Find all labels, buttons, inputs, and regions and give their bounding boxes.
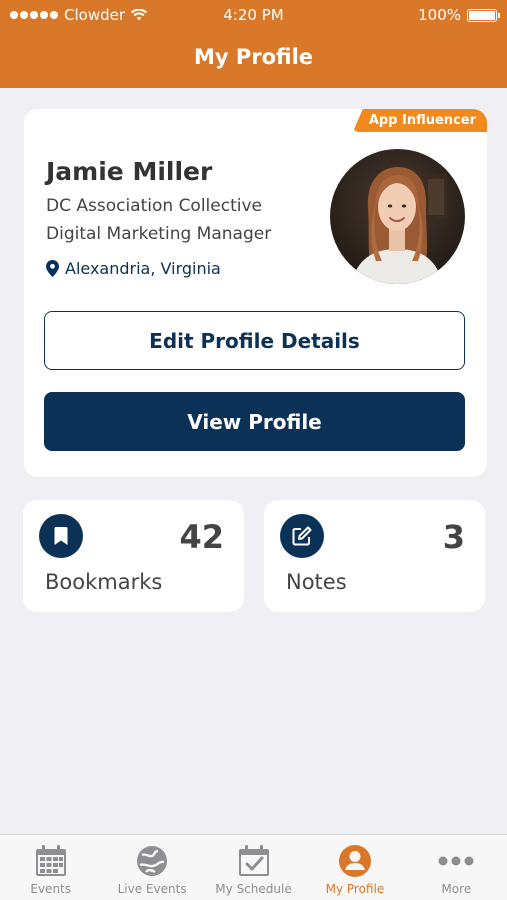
page-title: My Profile <box>193 45 314 69</box>
globe-icon <box>134 843 170 879</box>
tab-more[interactable]: More <box>406 835 507 900</box>
tab-events-label: Events <box>30 882 72 896</box>
edit-profile-button[interactable]: Edit Profile Details <box>44 311 465 370</box>
profile-name: Jamie Miller <box>46 157 213 186</box>
tab-live-events-label: Live Events <box>117 882 187 896</box>
edit-note-icon <box>280 514 324 558</box>
bookmarks-card[interactable]: 42 Bookmarks <box>23 500 244 612</box>
influencer-badge: App Influencer <box>352 109 487 132</box>
user-circle-icon <box>337 843 373 879</box>
profile-location: Alexandria, Virginia <box>46 259 221 278</box>
battery-icon <box>467 8 500 22</box>
tab-my-profile[interactable]: My Profile <box>304 835 405 900</box>
tab-live-events[interactable]: Live Events <box>101 835 202 900</box>
battery-fill <box>469 10 495 20</box>
view-profile-button[interactable]: View Profile <box>44 392 465 451</box>
calendar-check-icon <box>236 843 272 879</box>
tab-my-schedule-label: My Schedule <box>215 882 292 896</box>
more-dots-icon <box>438 843 474 879</box>
tab-events[interactable]: Events <box>0 835 101 900</box>
profile-avatar[interactable] <box>330 149 465 284</box>
bookmarks-label: Bookmarks <box>45 570 163 594</box>
header-bar: Clowder 4:20 PM 100% My Profile <box>0 0 507 88</box>
avatar-photo <box>330 149 465 284</box>
status-right: 100% <box>418 6 500 24</box>
notes-count: 3 <box>442 518 465 556</box>
battery-percent: 100% <box>418 6 461 24</box>
location-text: Alexandria, Virginia <box>65 259 221 278</box>
tab-more-label: More <box>441 882 472 896</box>
tab-bar: Events Live Events My Schedule My Profil… <box>0 834 507 900</box>
profile-organization: DC Association Collective <box>46 196 262 216</box>
tab-my-schedule[interactable]: My Schedule <box>203 835 304 900</box>
profile-card: App Influencer Jamie Miller DC Associati… <box>24 109 487 477</box>
location-pin-icon <box>46 260 59 277</box>
bookmark-icon <box>39 514 83 558</box>
profile-role: Digital Marketing Manager <box>46 224 272 244</box>
bookmarks-count: 42 <box>179 518 224 556</box>
status-bar: Clowder 4:20 PM 100% <box>0 0 507 30</box>
calendar-icon <box>33 843 69 879</box>
notes-card[interactable]: 3 Notes <box>264 500 485 612</box>
tab-my-profile-label: My Profile <box>325 882 385 896</box>
notes-label: Notes <box>286 570 347 594</box>
